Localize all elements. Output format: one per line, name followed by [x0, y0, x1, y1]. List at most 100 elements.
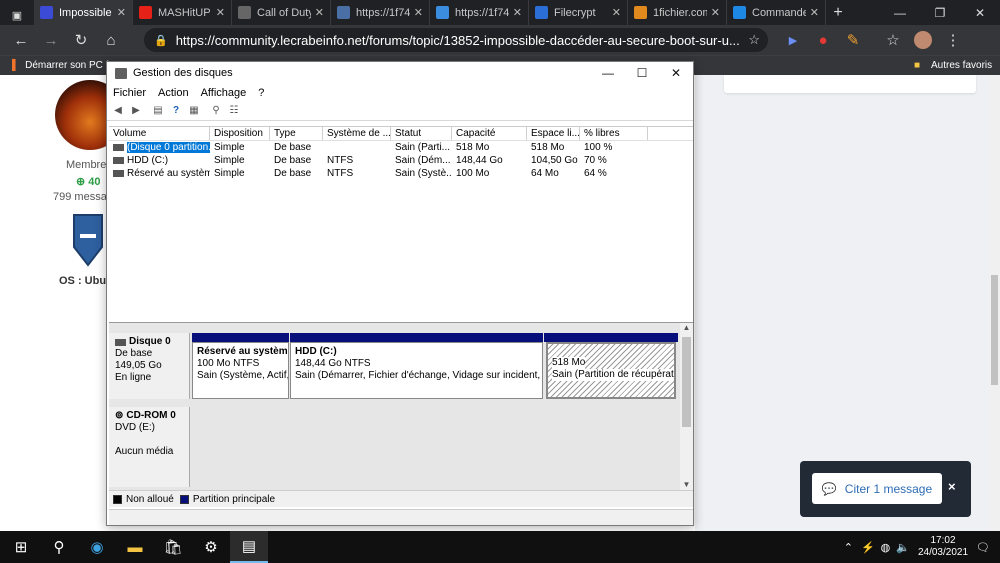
user-role: Membre [66, 159, 107, 171]
restore-icon[interactable]: ❐ [920, 0, 960, 25]
cdrom-label[interactable]: ⊚ CD-ROM 0 DVD (E:) Aucun média [109, 407, 190, 487]
column-header[interactable]: Système de ... [323, 127, 391, 140]
comment-icon: 💬 [821, 481, 837, 496]
volume-name: Réservé au système [127, 168, 210, 179]
forward-arrow-icon[interactable]: ▶ [129, 104, 143, 117]
connect-icon[interactable]: ⚲ [209, 104, 223, 117]
forward-icon[interactable]: → [36, 25, 66, 55]
quote-button[interactable]: 💬 Citer 1 message [812, 473, 942, 504]
table-row[interactable]: HDD (C:) Simple De base NTFS Sain (Dém..… [109, 154, 693, 167]
clock-date: 24/03/2021 [917, 547, 969, 558]
scrollbar-thumb[interactable] [991, 275, 998, 385]
column-header[interactable]: Disposition [210, 127, 270, 140]
dm-close-icon[interactable]: ✕ [659, 62, 693, 84]
browser-tab[interactable]: Impossible ✕ [34, 0, 133, 25]
partition-system-reserved[interactable]: Réservé au système 100 Mo NTFS Sain (Sys… [192, 342, 289, 399]
home-icon[interactable]: ⌂ [96, 25, 126, 55]
browser-tab[interactable]: Commande ✕ [727, 0, 826, 25]
reload-icon[interactable]: ↻ [66, 25, 96, 55]
cd-drive-icon: ⊚ [115, 410, 124, 421]
scrollbar-thumb[interactable] [682, 337, 691, 427]
cell: De base [274, 142, 312, 153]
column-header[interactable]: Capacité [452, 127, 527, 140]
menu-bar: Fichier Action Affichage ? [107, 84, 693, 101]
tab-close-icon[interactable]: ✕ [612, 6, 621, 19]
edge-icon[interactable]: ◉ [78, 531, 116, 563]
dm-minimize-icon[interactable]: — [591, 62, 625, 84]
search-icon[interactable]: ⚲ [40, 531, 78, 563]
browser-tab[interactable]: Filecrypt ✕ [529, 0, 628, 25]
extension-play-icon[interactable]: ▶ [778, 25, 808, 55]
tab-close-icon[interactable]: ✕ [117, 6, 126, 19]
chevron-up-icon[interactable]: ⌃ [844, 541, 853, 554]
bookmark-item[interactable]: Démarrer son PC à [25, 60, 111, 71]
table-row[interactable]: (Disque 0 partition... Simple De base Sa… [109, 141, 693, 154]
help-icon[interactable]: ? [169, 104, 183, 117]
new-tab-button[interactable]: + [826, 0, 850, 25]
more-icon[interactable]: ⋮ [938, 25, 968, 55]
reading-list-icon[interactable]: ☆ [878, 25, 908, 55]
back-arrow-icon[interactable]: ◀ [111, 104, 125, 117]
menu-fichier[interactable]: Fichier [113, 87, 146, 99]
partition-header [192, 333, 289, 342]
file-explorer-icon[interactable]: ▬ [116, 531, 154, 563]
bookmark-star-icon[interactable]: ☆ [748, 32, 760, 48]
tab-close-icon[interactable]: ✕ [315, 6, 324, 19]
volume-icon[interactable]: 🔈 [896, 541, 910, 554]
column-header[interactable]: Volume [109, 127, 210, 140]
menu-help[interactable]: ? [258, 87, 264, 99]
scroll-down-icon[interactable]: ▼ [680, 480, 693, 489]
dm-window-controls: — ☐ ✕ [591, 62, 693, 84]
table-row[interactable]: Réservé au système Simple De base NTFS S… [109, 167, 693, 180]
properties-icon[interactable]: ▤ [151, 104, 165, 117]
other-bookmarks[interactable]: Autres favoris [931, 60, 992, 71]
address-bar[interactable]: 🔒 https://community.lecrabeinfo.net/foru… [144, 28, 768, 52]
minimize-icon[interactable]: — [880, 0, 920, 25]
extension-pen-icon[interactable]: ✎ [838, 25, 868, 55]
tab-close-icon[interactable]: ✕ [216, 6, 225, 19]
column-header[interactable]: Type [270, 127, 323, 140]
browser-tab[interactable]: MASHitUP ✕ [133, 0, 232, 25]
browser-tab[interactable]: https://1f74 ✕ [430, 0, 529, 25]
browser-tab[interactable]: 1fichier.com ✕ [628, 0, 727, 25]
settings-gear-icon[interactable]: ⚙ [192, 531, 230, 563]
column-header[interactable]: % libres [580, 127, 648, 140]
partition-recovery[interactable]: 518 Mo Sain (Partition de récupération [546, 342, 676, 399]
menu-action[interactable]: Action [158, 87, 189, 99]
network-icon[interactable]: ⚡ [861, 541, 875, 554]
list-view-icon[interactable]: ☷ [227, 104, 241, 117]
close-quote-button[interactable]: × [948, 479, 956, 494]
column-header[interactable]: Statut [391, 127, 452, 140]
tab-close-icon[interactable]: ✕ [513, 6, 522, 19]
reputation-badge: ⊕ 40 [76, 175, 101, 188]
volume-cell: Réservé au système [109, 167, 210, 180]
windows-start-icon[interactable]: ⊞ [2, 531, 40, 563]
store-icon[interactable]: 🛍 [154, 531, 192, 563]
column-header[interactable]: Espace li... [527, 127, 580, 140]
menu-affichage[interactable]: Affichage [201, 87, 247, 99]
browser-tab[interactable]: https://1f74 ✕ [331, 0, 430, 25]
browser-tab[interactable]: Call of Duty ✕ [232, 0, 331, 25]
dm-maximize-icon[interactable]: ☐ [625, 62, 659, 84]
steam-icon[interactable]: ◍ [881, 541, 891, 554]
extension-record-icon[interactable]: ● [808, 25, 838, 55]
clock[interactable]: 17:02 24/03/2021 [918, 535, 968, 559]
disk-0-label[interactable]: Disque 0 De base 149,05 Go En ligne [109, 333, 190, 399]
back-icon[interactable]: ← [6, 25, 36, 55]
view-icon[interactable]: ▦ [187, 104, 201, 117]
close-icon[interactable]: ✕ [960, 0, 1000, 25]
volume-list-header: Volume Disposition Type Système de ... S… [109, 127, 693, 141]
disk-management-taskbar-icon[interactable]: ▤ [230, 531, 268, 563]
volume-list: Volume Disposition Type Système de ... S… [109, 126, 693, 319]
tab-label: Call of Duty [257, 6, 311, 19]
tab-close-icon[interactable]: ✕ [711, 6, 720, 19]
partition-size: 100 Mo NTFS [197, 358, 260, 369]
disk-map-scrollbar[interactable]: ▲ ▼ [680, 323, 693, 491]
notification-icon[interactable]: 🗨 [976, 541, 990, 554]
partition-hdd-c[interactable]: HDD (C:) 148,44 Go NTFS Sain (Démarrer, … [290, 342, 543, 399]
avatar[interactable] [908, 25, 938, 55]
page-scrollbar[interactable] [989, 75, 1000, 531]
tab-close-icon[interactable]: ✕ [810, 6, 819, 19]
tab-close-icon[interactable]: ✕ [414, 6, 423, 19]
scroll-up-icon[interactable]: ▲ [680, 323, 693, 332]
